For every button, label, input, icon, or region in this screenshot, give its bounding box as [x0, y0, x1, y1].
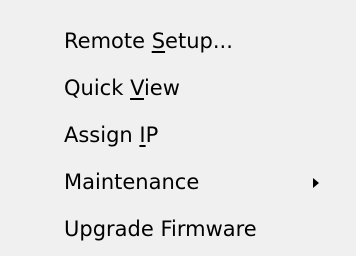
menu-item-label: Maintenance — [64, 170, 200, 194]
menu-item-label: Quick View — [64, 76, 180, 100]
menu-item-remote-setup[interactable]: Remote Setup... — [0, 18, 356, 65]
menu-item-upgrade-firmware[interactable]: Upgrade Firmware — [0, 206, 356, 253]
menu-item-label: Assign IP — [64, 123, 159, 147]
menu-item-maintenance[interactable]: Maintenance — [0, 159, 356, 206]
mnemonic-letter: S — [151, 29, 166, 53]
menu-item-label: Upgrade Firmware — [64, 217, 257, 241]
menu-item-quick-view[interactable]: Quick View — [0, 65, 356, 112]
arrow-right-icon — [313, 177, 319, 188]
menu-item-label: Remote Setup... — [64, 29, 233, 53]
context-menu: Remote Setup... Quick View Assign IP Mai… — [0, 0, 356, 256]
mnemonic-letter: V — [130, 76, 144, 100]
menu-item-assign-ip[interactable]: Assign IP — [0, 112, 356, 159]
